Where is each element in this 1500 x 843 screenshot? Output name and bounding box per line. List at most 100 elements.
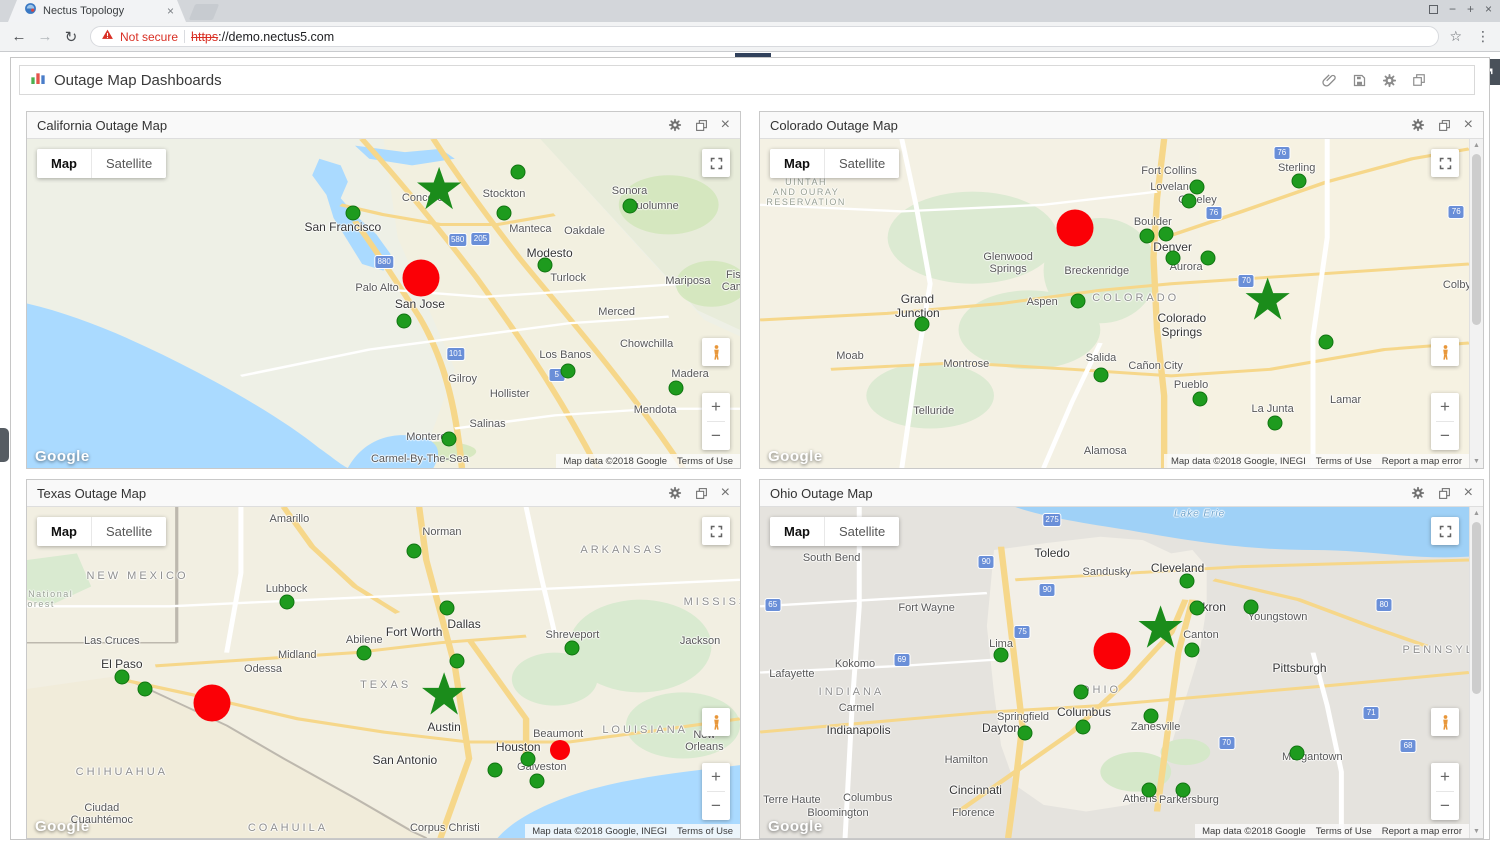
side-panel-handle[interactable] xyxy=(0,428,9,462)
panel-scrollbar[interactable]: ▲ ▼ xyxy=(1469,139,1483,468)
google-logo[interactable]: Google xyxy=(35,818,90,835)
device-marker[interactable] xyxy=(1244,599,1259,614)
device-marker[interactable] xyxy=(1192,392,1207,407)
window-maximize-button[interactable]: + xyxy=(1467,2,1474,16)
map-canvas[interactable]: Fort CollinsLovelandGreeleySterlingBould… xyxy=(760,139,1469,468)
device-marker[interactable] xyxy=(1018,726,1033,741)
device-marker[interactable] xyxy=(1184,642,1199,657)
outage-alert-marker[interactable] xyxy=(1056,209,1093,246)
forward-button[interactable]: → xyxy=(32,28,58,45)
outage-alert-marker[interactable] xyxy=(1093,632,1130,669)
device-marker[interactable] xyxy=(397,313,412,328)
pegman-button[interactable] xyxy=(1431,338,1459,366)
panel-settings-button[interactable] xyxy=(1411,118,1425,132)
device-marker[interactable] xyxy=(357,645,372,660)
device-marker[interactable] xyxy=(407,544,422,559)
device-marker[interactable] xyxy=(1179,573,1194,588)
device-marker[interactable] xyxy=(1165,250,1180,265)
attach-icon[interactable] xyxy=(1322,73,1337,88)
pegman-button[interactable] xyxy=(1431,708,1459,736)
device-marker[interactable] xyxy=(1319,335,1334,350)
new-tab-button[interactable] xyxy=(189,4,219,20)
window-restore-icon[interactable] xyxy=(1412,73,1426,87)
panel-restore-button[interactable] xyxy=(695,119,708,132)
panel-settings-button[interactable] xyxy=(668,486,682,500)
map-canvas[interactable]: ConcordStocktonSonoraTuolumneSan Francis… xyxy=(27,139,740,468)
google-logo[interactable]: Google xyxy=(768,818,823,835)
pegman-button[interactable] xyxy=(702,708,730,736)
map-button[interactable]: Map xyxy=(770,149,824,178)
device-marker[interactable] xyxy=(1268,416,1283,431)
scroll-down-arrow[interactable]: ▼ xyxy=(1470,828,1483,835)
site-star-marker[interactable] xyxy=(416,166,462,212)
zoom-in-button[interactable]: + xyxy=(1431,393,1459,421)
zoom-in-button[interactable]: + xyxy=(702,763,730,791)
google-logo[interactable]: Google xyxy=(768,448,823,465)
outage-alert-marker[interactable] xyxy=(402,259,439,296)
map-button[interactable]: Map xyxy=(770,517,824,546)
device-marker[interactable] xyxy=(521,752,536,767)
satellite-button[interactable]: Satellite xyxy=(824,149,899,178)
scrollbar-thumb[interactable] xyxy=(1472,154,1481,325)
device-marker[interactable] xyxy=(1189,179,1204,194)
device-marker[interactable] xyxy=(1074,685,1089,700)
zoom-in-button[interactable]: + xyxy=(702,393,730,421)
panel-settings-button[interactable] xyxy=(1411,486,1425,500)
zoom-out-button[interactable]: − xyxy=(702,792,730,820)
panel-settings-button[interactable] xyxy=(668,118,682,132)
settings-gear-icon[interactable] xyxy=(1382,73,1397,88)
panel-close-button[interactable]: × xyxy=(1464,118,1473,132)
reload-button[interactable]: ↻ xyxy=(58,28,84,46)
scrollbar-thumb[interactable] xyxy=(1472,522,1481,694)
device-marker[interactable] xyxy=(1071,293,1086,308)
panel-restore-button[interactable] xyxy=(695,487,708,500)
outage-alert-marker[interactable] xyxy=(550,740,570,760)
device-marker[interactable] xyxy=(345,205,360,220)
fullscreen-button[interactable] xyxy=(1431,149,1459,177)
device-marker[interactable] xyxy=(442,432,457,447)
device-marker[interactable] xyxy=(1201,250,1216,265)
attribution-link[interactable]: Terms of Use xyxy=(1316,826,1372,837)
device-marker[interactable] xyxy=(114,670,129,685)
attribution-link[interactable]: Terms of Use xyxy=(677,456,733,467)
panel-restore-button[interactable] xyxy=(1438,487,1451,500)
scroll-down-arrow[interactable]: ▼ xyxy=(1470,458,1483,465)
device-marker[interactable] xyxy=(1291,173,1306,188)
device-marker[interactable] xyxy=(529,774,544,789)
outage-alert-marker[interactable] xyxy=(194,685,231,722)
attribution-link[interactable]: Report a map error xyxy=(1382,826,1462,837)
scroll-up-arrow[interactable]: ▲ xyxy=(1470,510,1483,517)
device-marker[interactable] xyxy=(496,205,511,220)
device-marker[interactable] xyxy=(510,164,525,179)
device-marker[interactable] xyxy=(449,653,464,668)
browser-menu-icon[interactable]: ⋮ xyxy=(1476,28,1490,45)
device-marker[interactable] xyxy=(668,381,683,396)
fullscreen-button[interactable] xyxy=(702,149,730,177)
device-marker[interactable] xyxy=(994,647,1009,662)
pegman-button[interactable] xyxy=(702,338,730,366)
device-marker[interactable] xyxy=(623,198,638,213)
device-marker[interactable] xyxy=(439,600,454,615)
back-button[interactable]: ← xyxy=(6,28,32,45)
device-marker[interactable] xyxy=(137,682,152,697)
panel-scrollbar[interactable]: ▲ ▼ xyxy=(1469,507,1483,838)
window-close-button[interactable]: × xyxy=(1485,2,1492,16)
security-warning[interactable]: Not secure xyxy=(120,30,178,44)
map-canvas[interactable]: AmarilloNormanARKANSASNEW MEXICOLubbockM… xyxy=(27,507,740,838)
device-marker[interactable] xyxy=(1189,600,1204,615)
device-marker[interactable] xyxy=(1158,226,1173,241)
save-icon[interactable] xyxy=(1352,73,1367,88)
satellite-button[interactable]: Satellite xyxy=(91,149,166,178)
device-marker[interactable] xyxy=(914,316,929,331)
device-marker[interactable] xyxy=(1290,746,1305,761)
scroll-up-arrow[interactable]: ▲ xyxy=(1470,142,1483,149)
device-marker[interactable] xyxy=(1181,193,1196,208)
device-marker[interactable] xyxy=(1143,708,1158,723)
attribution-link[interactable]: Report a map error xyxy=(1382,456,1462,467)
device-marker[interactable] xyxy=(488,763,503,778)
device-marker[interactable] xyxy=(279,594,294,609)
device-marker[interactable] xyxy=(1142,783,1157,798)
map-button[interactable]: Map xyxy=(37,517,91,546)
satellite-button[interactable]: Satellite xyxy=(91,517,166,546)
device-marker[interactable] xyxy=(1094,368,1109,383)
